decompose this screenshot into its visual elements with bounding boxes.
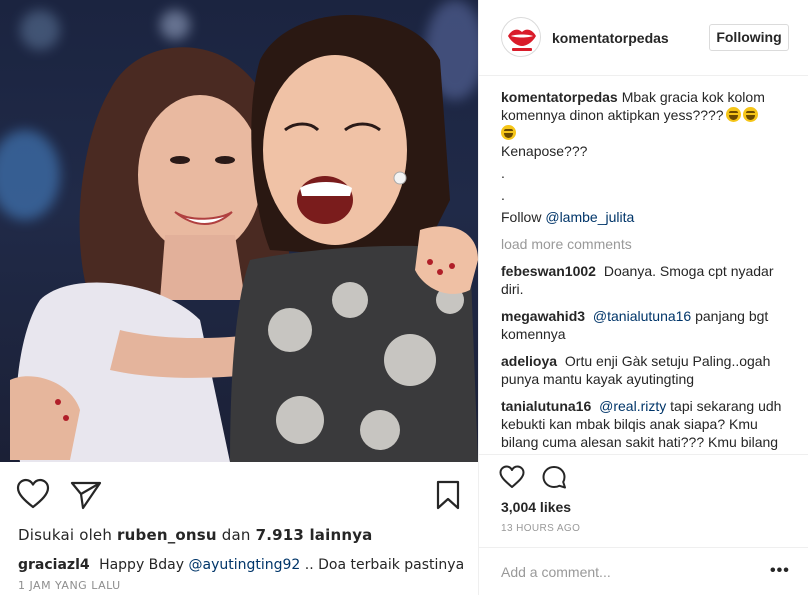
comment-item: febeswan1002 Doanya. Smoga cpt nyadar di… [501, 262, 789, 298]
liked-user[interactable]: ruben_onsu [117, 526, 217, 544]
photo-action-bar [0, 462, 478, 522]
post-author[interactable]: komentatorpedas [552, 30, 669, 46]
caption-dot: . [501, 187, 505, 203]
liked-by-text: Disukai oleh ruben_onsu dan 7.913 lainny… [18, 526, 473, 544]
add-comment-input[interactable] [501, 562, 751, 582]
caption-username[interactable]: komentatorpedas [501, 89, 618, 105]
comment-username[interactable]: adelioya [501, 353, 557, 369]
caption-text: Kenapose??? [501, 143, 588, 159]
caption: komentatorpedas Mbak gracia kok kolom kom… [501, 88, 789, 226]
overlay-comment-mention[interactable]: @ayutingting92 [189, 557, 301, 573]
post-side-panel: komentatorpedas Following komentatorpeda… [478, 0, 808, 595]
comment-item: adelioya Ortu enji Gàk setuju Paling..og… [501, 352, 789, 388]
liked-prefix: Disukai oleh [18, 526, 113, 544]
comment-item: megawahid3 @tanialutuna16 panjang bgt ko… [501, 307, 789, 343]
comment-item: tanialutuna16 @real.rizty tapi sekarang … [501, 397, 789, 452]
caption-text: komennya dinon aktipkan yess???? [501, 107, 724, 123]
post-timestamp: 13 HOURS AGO [501, 523, 581, 534]
add-comment-bar: ••• [479, 547, 808, 595]
caption-text: Follow [501, 209, 542, 225]
comment-icon[interactable] [541, 465, 567, 489]
comment-username[interactable]: febeswan1002 [501, 263, 596, 279]
liked-and: dan [221, 526, 251, 544]
following-button[interactable]: Following [709, 24, 789, 51]
comment-username[interactable]: megawahid3 [501, 308, 585, 324]
overlay-comment-text: Happy Bday [99, 557, 185, 573]
grinning-sweat-emoji [725, 107, 741, 122]
overlay-timestamp: 1 JAM YANG LALU [18, 579, 121, 592]
post-header: komentatorpedas Following [479, 0, 808, 76]
post-actions: 3,004 likes 13 HOURS AGO ••• [479, 454, 808, 595]
post-photo [0, 0, 478, 462]
caption-line: komennya dinon aktipkan yess???? [501, 106, 789, 124]
caption-line: Follow @lambe_julita [501, 208, 789, 226]
comments-list: komentatorpedas Mbak gracia kok kolom kom… [501, 88, 789, 452]
caption-line: komentatorpedas Mbak gracia kok kolom [501, 88, 789, 106]
caption-text: Mbak gracia kok kolom [621, 89, 765, 105]
load-more-comments-link[interactable]: load more comments [501, 235, 789, 253]
caption-mention[interactable]: @lambe_julita [545, 209, 634, 225]
caption-dot: . [501, 165, 505, 181]
photo-liked-by: Disukai oleh ruben_onsu dan 7.913 lainny… [18, 526, 473, 544]
lips-logo-icon [508, 29, 536, 51]
overlay-comment-text: .. Doa terbaik pastinya [304, 557, 465, 573]
likes-count[interactable]: 3,004 likes [501, 499, 571, 515]
comment-mention[interactable]: @tanialutuna16 [593, 308, 691, 324]
comment-username[interactable]: tanialutuna16 [501, 398, 591, 414]
heart-icon[interactable] [16, 478, 50, 510]
more-options-icon[interactable]: ••• [770, 562, 790, 580]
caption-line [501, 124, 789, 142]
overlay-comment-user[interactable]: graciazl4 [18, 557, 90, 573]
liked-count[interactable]: 7.913 lainnya [256, 526, 373, 544]
bookmark-icon[interactable] [436, 480, 460, 510]
avatar[interactable] [501, 17, 541, 57]
grinning-sweat-emoji [501, 125, 516, 140]
photo-overlay-comment: graciazl4 Happy Bday @ayutingting92 .. D… [18, 557, 464, 573]
send-icon[interactable] [70, 480, 102, 510]
photo-illustration [10, 15, 478, 462]
grinning-sweat-emoji [742, 107, 758, 122]
comment-mention[interactable]: @real.rizty [599, 398, 666, 414]
heart-icon[interactable] [499, 465, 525, 489]
